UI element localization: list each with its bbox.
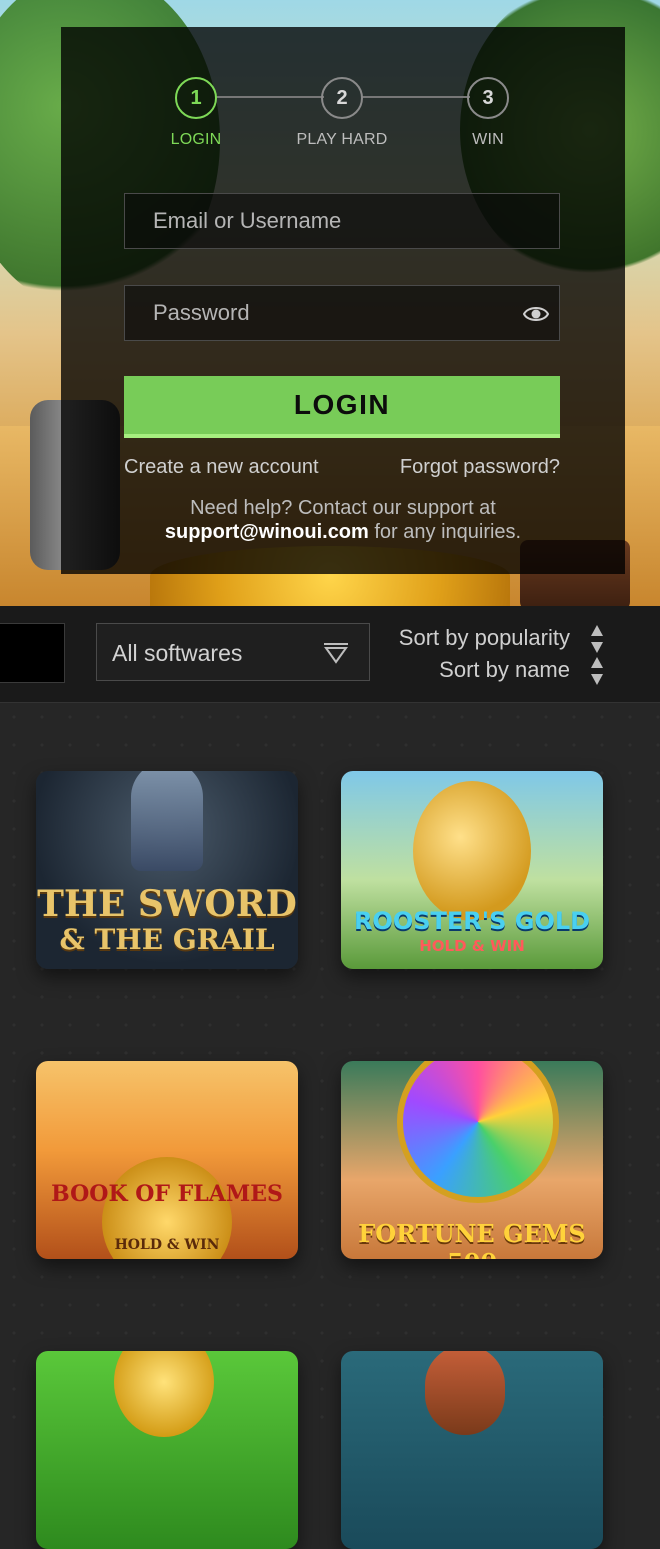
login-button[interactable]: LOGIN	[124, 376, 560, 438]
create-account-link[interactable]: Create a new account	[124, 456, 319, 479]
step-play-hard: 2 PLAY HARD	[282, 77, 402, 149]
game-subtitle: HOLD & WIN	[114, 1237, 220, 1253]
software-select-value: All softwares	[112, 640, 243, 666]
game-tile-lucky-dollar[interactable]	[36, 1351, 298, 1549]
game-grid: THE SWORD & THE GRAIL ROOSTER'S GOLD HOL…	[0, 703, 660, 1549]
game-title: FORTUNE GEMS 500	[358, 1219, 586, 1259]
progress-steps: 1 LOGIN 2 PLAY HARD 3 WIN	[61, 77, 625, 157]
step-label: PLAY HARD	[296, 131, 388, 148]
game-title: THE SWORD	[37, 883, 297, 925]
sort-by-name[interactable]: Sort by name	[439, 657, 570, 683]
support-email-link[interactable]: support@winoui.com	[165, 521, 369, 543]
sort-arrows-icon[interactable]	[590, 624, 604, 654]
software-select[interactable]: All softwares	[96, 623, 370, 681]
password-field	[124, 285, 560, 341]
username-input[interactable]	[125, 194, 559, 248]
game-tile-fishing[interactable]	[341, 1351, 603, 1549]
fisherman-figure	[425, 1351, 505, 1435]
knight-figure	[131, 771, 203, 871]
step-win: 3 WIN	[428, 77, 548, 149]
sort-arrows-icon[interactable]	[590, 656, 604, 686]
step-login: 1 LOGIN	[136, 77, 256, 149]
game-tile-sword-grail[interactable]: THE SWORD & THE GRAIL	[36, 771, 298, 969]
eye-icon[interactable]	[523, 303, 549, 325]
step-label: WIN	[472, 131, 504, 148]
filter-bar: All softwares Sort by popularity Sort by…	[0, 606, 660, 703]
help-suffix: for any inquiries.	[374, 521, 522, 543]
dropdown-triangle-icon	[324, 643, 348, 664]
step-label: LOGIN	[170, 131, 222, 148]
sort-by-popularity[interactable]: Sort by popularity	[399, 625, 570, 651]
step-number: 2	[321, 77, 363, 119]
game-subtitle: HOLD & WIN	[419, 937, 525, 955]
search-box[interactable]	[0, 623, 65, 683]
step-number: 3	[467, 77, 509, 119]
password-input[interactable]	[125, 286, 559, 340]
game-subtitle: & THE GRAIL	[59, 923, 275, 956]
login-panel: 1 LOGIN 2 PLAY HARD 3 WIN LOGIN Create a…	[61, 27, 625, 574]
help-text: Need help? Contact our support at	[190, 497, 496, 519]
support-help-text: Need help? Contact our support at suppor…	[61, 496, 625, 544]
step-number: 1	[175, 77, 217, 119]
game-tile-fortune-gems-500[interactable]: FORTUNE GEMS 500	[341, 1061, 603, 1259]
game-tile-book-of-flames[interactable]: BOOK OF FLAMES HOLD & WIN	[36, 1061, 298, 1259]
username-field	[124, 193, 560, 249]
hero-background: 1 LOGIN 2 PLAY HARD 3 WIN LOGIN Create a…	[0, 0, 660, 606]
game-title: BOOK OF FLAMES	[51, 1181, 283, 1207]
game-title: ROOSTER'S GOLD	[353, 907, 591, 935]
golden-egg	[413, 781, 531, 921]
game-tile-roosters-gold[interactable]: ROOSTER'S GOLD HOLD & WIN	[341, 771, 603, 969]
forgot-password-link[interactable]: Forgot password?	[400, 456, 560, 479]
